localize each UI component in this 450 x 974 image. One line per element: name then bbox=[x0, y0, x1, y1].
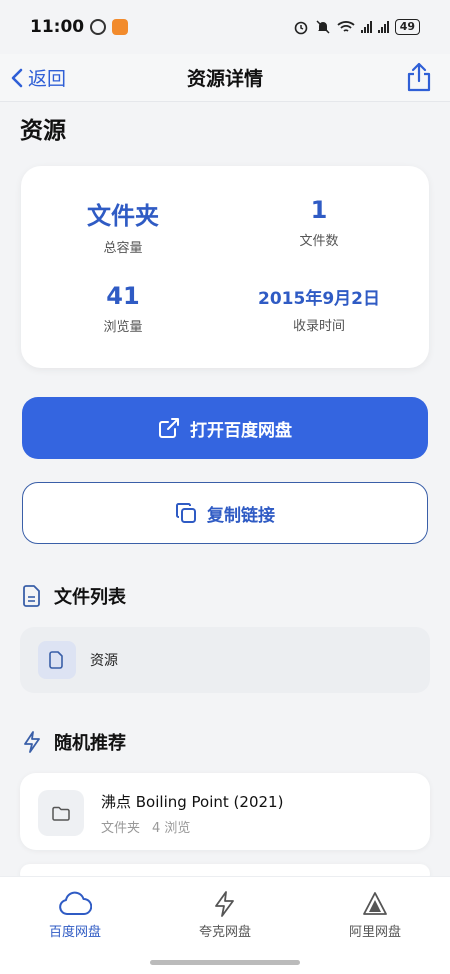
tab-label: 夸克网盘 bbox=[198, 925, 251, 940]
file-name: 资源 bbox=[90, 653, 118, 669]
status-right: 49 bbox=[293, 19, 420, 35]
recommend-item-views: 4 浏览 bbox=[152, 821, 191, 836]
file-list-item[interactable]: 资源 bbox=[20, 627, 430, 693]
stat-indexed-date: 2015年9月2日 收录时间 bbox=[217, 284, 421, 334]
bottom-tab-bar: 百度网盘 夸克网盘 阿里网盘 bbox=[0, 876, 450, 974]
stat-value: 文件夹 bbox=[87, 202, 159, 230]
stat-label: 收录时间 bbox=[292, 319, 345, 334]
copy-link-button[interactable]: 复制链接 bbox=[22, 482, 428, 544]
triangle-icon bbox=[363, 892, 387, 915]
nav-bar: 返回 资源详情 bbox=[0, 54, 450, 102]
recommend-item-type: 文件夹 bbox=[101, 821, 141, 836]
back-label: 返回 bbox=[28, 68, 67, 90]
status-time: 11:00 bbox=[30, 17, 85, 37]
mute-icon bbox=[316, 20, 330, 34]
page-header-title: 资源详情 bbox=[186, 68, 263, 90]
tab-label: 阿里网盘 bbox=[348, 925, 401, 940]
file-list-title: 文件列表 bbox=[54, 587, 126, 608]
tab-baidu-pan[interactable]: 百度网盘 bbox=[0, 891, 150, 940]
stat-total-size: 文件夹 总容量 bbox=[21, 196, 225, 256]
file-icon bbox=[49, 651, 63, 669]
copy-icon bbox=[176, 503, 196, 523]
alarm-icon bbox=[294, 21, 307, 35]
bolt-icon bbox=[215, 891, 234, 917]
file-list-header: 文件列表 bbox=[22, 583, 126, 609]
wifi-icon bbox=[337, 21, 355, 32]
chevron-left-icon bbox=[11, 68, 23, 87]
document-icon bbox=[23, 585, 40, 607]
stat-views: 41 浏览量 bbox=[21, 282, 225, 335]
battery-icon: 49 bbox=[394, 19, 420, 35]
tab-aliyun-pan[interactable]: 阿里网盘 bbox=[300, 891, 450, 940]
recommend-item-meta: 文件夹 4 浏览 bbox=[101, 817, 190, 836]
signal-icon-2 bbox=[377, 21, 389, 33]
stat-label: 文件数 bbox=[299, 234, 339, 249]
share-button[interactable] bbox=[406, 62, 432, 96]
cloud-icon bbox=[59, 891, 92, 915]
page-title: 资源 bbox=[20, 118, 66, 144]
recommend-item-title: 沸点 Boiling Point (2021) bbox=[101, 793, 284, 811]
external-link-icon bbox=[159, 418, 179, 438]
stat-value: 2015年9月2日 bbox=[258, 289, 380, 309]
signal-icon bbox=[360, 21, 372, 33]
tab-quark-pan[interactable]: 夸克网盘 bbox=[150, 891, 300, 940]
status-left: 11:00 bbox=[30, 17, 129, 37]
status-bar: 11:00 49 bbox=[0, 0, 450, 54]
open-baidu-pan-button[interactable]: 打开百度网盘 bbox=[22, 397, 428, 459]
stat-label: 浏览量 bbox=[103, 320, 143, 335]
stat-value: 1 bbox=[310, 196, 328, 224]
tab-label: 百度网盘 bbox=[48, 925, 101, 940]
share-icon bbox=[407, 62, 431, 92]
stat-value: 41 bbox=[106, 282, 140, 310]
notification-app-icon bbox=[90, 19, 107, 35]
copy-button-label: 复制链接 bbox=[207, 505, 275, 526]
open-button-label: 打开百度网盘 bbox=[190, 420, 292, 441]
resource-info-card: 文件夹 总容量 1 文件数 41 浏览量 2015年9月2日 收录时间 bbox=[21, 166, 429, 368]
folder-icon-box bbox=[38, 790, 84, 836]
file-icon-box bbox=[38, 641, 76, 679]
stat-file-count: 1 文件数 bbox=[217, 196, 421, 249]
home-indicator[interactable] bbox=[150, 960, 300, 965]
stat-label: 总容量 bbox=[103, 241, 143, 256]
recommend-title: 随机推荐 bbox=[54, 733, 126, 754]
bolt-icon bbox=[24, 731, 40, 753]
recommend-item[interactable]: 沸点 Boiling Point (2021) 文件夹 4 浏览 bbox=[20, 773, 430, 850]
recommend-header: 随机推荐 bbox=[22, 729, 126, 755]
back-button[interactable]: 返回 bbox=[10, 64, 66, 91]
folder-icon bbox=[52, 806, 70, 821]
notification-app-icon-2 bbox=[112, 19, 129, 35]
